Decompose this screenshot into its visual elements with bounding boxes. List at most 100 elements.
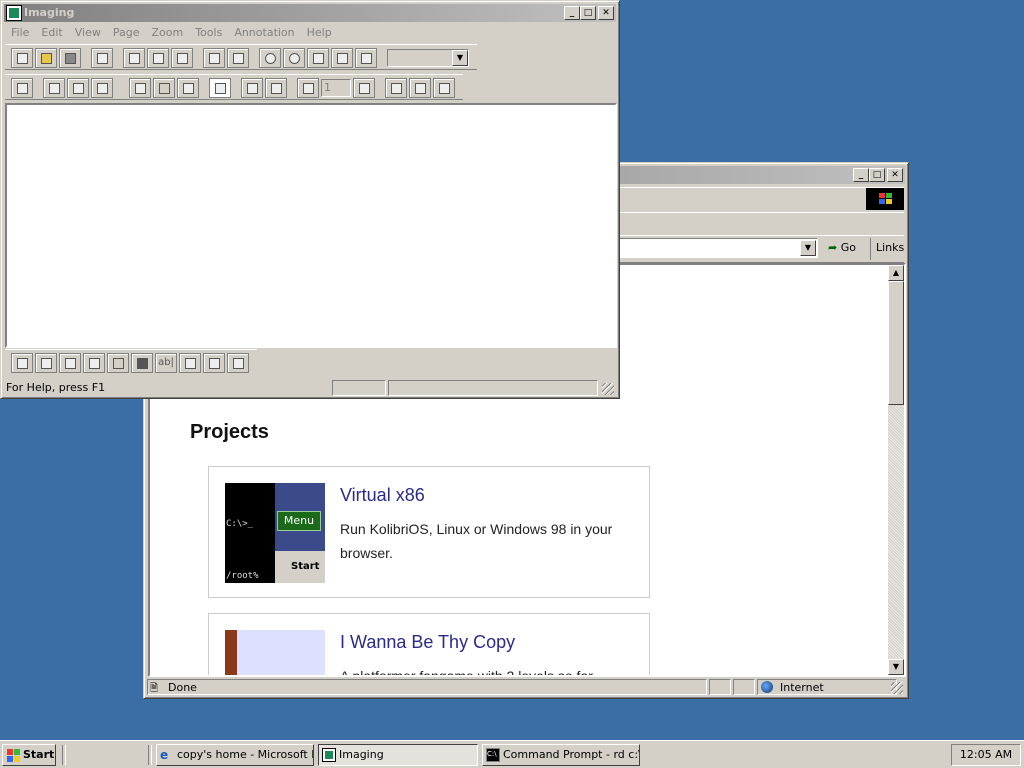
redo-icon[interactable] [227, 48, 249, 68]
menu-help[interactable]: Help [301, 24, 338, 42]
menu-zoom[interactable]: Zoom [145, 24, 189, 42]
project-card[interactable]: C:\>_ /root% Menu Start Virtual x86 Run … [208, 466, 650, 598]
menu-tools[interactable]: Tools [189, 24, 228, 42]
annotation-toolbox-icon[interactable] [209, 78, 231, 98]
best-fit-icon[interactable] [331, 48, 353, 68]
menu-file[interactable]: File [5, 24, 35, 42]
taskbar: Start e copy's home - Microsoft I... Ima… [0, 740, 1024, 768]
scroll-down-button[interactable]: ▼ [888, 659, 904, 675]
links-button[interactable]: Links [876, 241, 904, 254]
straight-line-icon[interactable] [83, 353, 105, 373]
menu-annotation[interactable]: Annotation [228, 24, 300, 42]
task-internet-explorer[interactable]: e copy's home - Microsoft I... [156, 744, 314, 766]
undo-icon[interactable] [203, 48, 225, 68]
status-pane-main: 🗎 Done [147, 679, 707, 695]
status-text: For Help, press F1 [6, 381, 106, 394]
scan-append-icon[interactable] [91, 78, 113, 98]
zoom-in-icon[interactable] [259, 48, 281, 68]
select-rect-icon[interactable] [153, 78, 175, 98]
zoom-rect-icon[interactable] [307, 48, 329, 68]
thumb-root: /root% [226, 571, 259, 581]
attach-note-icon[interactable] [179, 353, 201, 373]
start-label: Start [23, 748, 55, 761]
project-title[interactable]: I Wanna Be Thy Copy [340, 632, 515, 653]
status-pane-3 [388, 380, 598, 396]
address-dropdown-button[interactable]: ▼ [800, 240, 816, 256]
virtual-x86-thumbnail: C:\>_ /root% Menu Start [225, 483, 325, 583]
menu-view[interactable]: View [69, 24, 107, 42]
paste-icon[interactable] [171, 48, 193, 68]
page-number-input[interactable]: 1 [321, 79, 351, 97]
go-button[interactable]: ➦ Go [828, 239, 868, 257]
chevron-down-icon: ▼ [452, 50, 468, 66]
scan-icon[interactable] [11, 78, 33, 98]
filled-rectangle-icon[interactable] [131, 353, 153, 373]
maximize-button[interactable]: □ [580, 6, 596, 20]
new-icon[interactable] [11, 48, 33, 68]
next-page-icon[interactable] [353, 78, 375, 98]
scan-insert-icon[interactable] [67, 78, 89, 98]
scan-new-icon[interactable] [43, 78, 65, 98]
highlighter-icon[interactable] [59, 353, 81, 373]
resize-grip[interactable] [891, 682, 903, 694]
minimize-button[interactable]: _ [564, 6, 580, 20]
resize-grip[interactable] [602, 383, 614, 395]
project-title[interactable]: Virtual x86 [340, 485, 425, 506]
previous-page-icon[interactable] [297, 78, 319, 98]
clock[interactable]: 12:05 AM [960, 748, 1012, 761]
status-text: Done [168, 681, 197, 694]
task-label: copy's home - Microsoft I... [177, 748, 314, 761]
zoom-out-icon[interactable] [283, 48, 305, 68]
text-from-file-icon[interactable] [203, 353, 225, 373]
cut-icon[interactable] [123, 48, 145, 68]
ie-scrollbar[interactable]: ▲ ▼ [888, 265, 904, 675]
close-button[interactable]: ✕ [598, 6, 614, 20]
task-command-prompt[interactable]: C:\ Command Prompt - rd c:\ ... [482, 744, 640, 766]
task-label: Command Prompt - rd c:\ ... [503, 748, 639, 761]
task-imaging[interactable]: Imaging [318, 744, 478, 766]
pointer-icon[interactable] [177, 78, 199, 98]
rotate-right-icon[interactable] [265, 78, 287, 98]
project-card[interactable]: I Wanna Be Thy Copy A platformer fangame… [208, 613, 650, 675]
copy-icon[interactable] [147, 48, 169, 68]
thumbnail-view-icon[interactable] [409, 78, 431, 98]
scroll-thumb[interactable] [888, 281, 904, 405]
imaging-titlebar[interactable]: Imaging _ □ ✕ [4, 4, 616, 22]
print-icon[interactable] [91, 48, 113, 68]
imaging-app-icon [322, 748, 336, 762]
hollow-rectangle-icon[interactable] [107, 353, 129, 373]
annotation-select-icon[interactable] [11, 353, 33, 373]
status-pane-2 [709, 679, 731, 695]
quick-launch-divider [62, 745, 66, 765]
task-label: Imaging [339, 748, 384, 761]
fit-width-icon[interactable] [355, 48, 377, 68]
status-zone: Internet [757, 679, 897, 695]
menu-page[interactable]: Page [107, 24, 146, 42]
maximize-button[interactable]: □ [869, 168, 885, 182]
zoom-select[interactable]: ▼ [387, 49, 469, 67]
go-label: Go [840, 241, 856, 254]
save-icon[interactable] [59, 48, 81, 68]
ie-icon: e [160, 748, 169, 762]
menu-edit[interactable]: Edit [35, 24, 68, 42]
open-folder-icon[interactable] [35, 48, 57, 68]
close-button[interactable]: ✕ [887, 168, 903, 182]
scroll-up-button[interactable]: ▲ [888, 265, 904, 281]
drag-hand-icon[interactable] [129, 78, 151, 98]
one-page-view-icon[interactable] [385, 78, 407, 98]
windows-logo-icon [866, 188, 904, 210]
windows-logo-icon [6, 748, 20, 762]
section-heading: Projects [190, 421, 269, 443]
freehand-line-icon[interactable] [35, 353, 57, 373]
window-title: Imaging [24, 6, 75, 19]
system-tray: 12:05 AM [951, 744, 1021, 766]
minimize-button[interactable]: _ [853, 168, 869, 182]
thumb-menu: Menu [277, 511, 321, 531]
quick-launch-divider [148, 745, 152, 765]
text-tool-icon[interactable]: ab| [155, 353, 177, 373]
rotate-left-icon[interactable] [241, 78, 263, 98]
page-thumbnail-view-icon[interactable] [433, 78, 455, 98]
rubber-stamp-icon[interactable] [227, 353, 249, 373]
start-button[interactable]: Start [2, 744, 56, 766]
imaging-document-area[interactable] [5, 103, 617, 348]
